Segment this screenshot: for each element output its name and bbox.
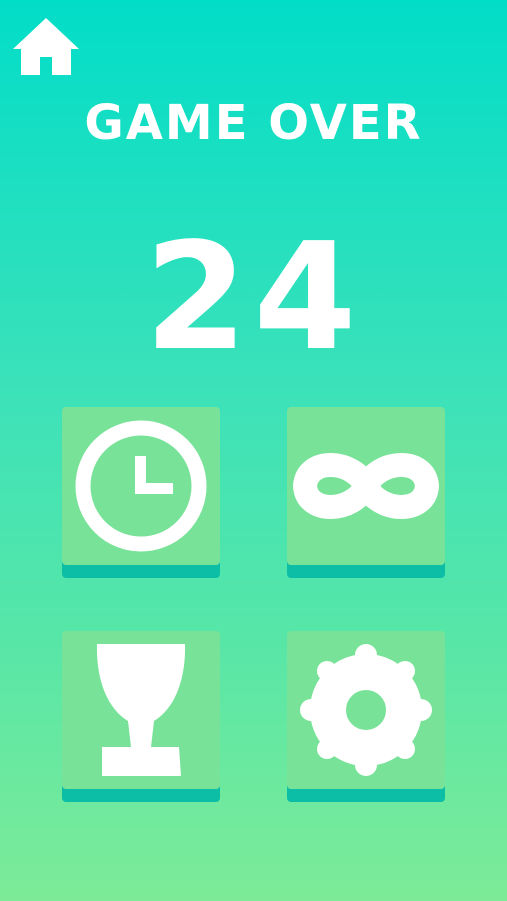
settings-button[interactable]	[287, 631, 445, 802]
clock-icon	[75, 420, 207, 552]
home-button[interactable]	[12, 17, 80, 77]
infinity-icon	[293, 453, 439, 519]
timed-mode-button[interactable]	[62, 407, 220, 578]
leaderboard-button[interactable]	[62, 631, 220, 802]
endless-mode-button[interactable]	[287, 407, 445, 578]
page-title: GAME OVER	[84, 95, 423, 151]
trophy-icon	[96, 644, 186, 776]
gear-icon	[300, 644, 432, 776]
final-score: 24	[144, 211, 363, 383]
home-icon	[13, 18, 79, 75]
